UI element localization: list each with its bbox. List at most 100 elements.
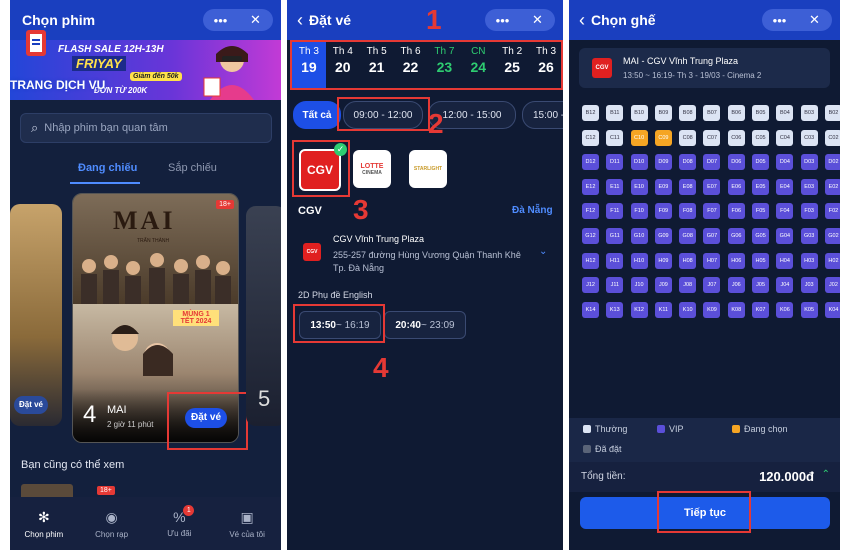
poster-left[interactable]: Đặt vé [10, 204, 62, 426]
date-item-weekend[interactable]: Th 7 23 [428, 41, 462, 89]
more-icon[interactable]: ••• [764, 13, 796, 28]
date-item[interactable]: Th 2 25 [495, 41, 529, 89]
seat-vip[interactable]: G10 [630, 227, 648, 244]
nav-choose-movie[interactable]: ✻ Chọn phim [14, 509, 74, 539]
seat-normal[interactable]: B12 [582, 105, 599, 121]
seat-vip[interactable]: J10 [630, 277, 648, 294]
seat-vip[interactable]: J04 [776, 277, 794, 294]
date-item[interactable]: Th 5 21 [360, 41, 394, 89]
seat-vip[interactable]: G11 [606, 227, 624, 244]
seat-vip[interactable]: H12 [582, 252, 599, 269]
nav-offers[interactable]: % Ưu đãi 1 [149, 505, 209, 538]
seat-vip[interactable]: D07 [703, 154, 721, 171]
filter-afternoon[interactable]: 15:00 - [522, 101, 563, 129]
seat-vip[interactable]: K08 [727, 301, 745, 318]
seat-vip[interactable]: D06 [727, 154, 745, 171]
seat-vip[interactable]: G02 [824, 227, 840, 244]
nav-my-tickets[interactable]: ▣ Vé của tôi [217, 509, 277, 539]
seat-vip[interactable]: K13 [606, 301, 624, 318]
seat-vip[interactable]: H03 [800, 252, 818, 269]
seat-normal[interactable]: B06 [727, 105, 745, 121]
seat-normal[interactable]: C12 [582, 129, 599, 146]
seat-normal[interactable]: C06 [727, 129, 745, 146]
seat-vip[interactable]: D09 [654, 154, 672, 171]
seat-vip[interactable]: J07 [703, 277, 721, 294]
more-icon[interactable]: ••• [205, 13, 237, 28]
seat-vip[interactable]: D12 [582, 154, 599, 171]
seat-normal[interactable]: B08 [679, 105, 697, 121]
cgv-logo[interactable]: CGV [299, 149, 341, 191]
seat-vip[interactable]: J09 [654, 277, 672, 294]
date-item-selected[interactable]: Th 3 19 [292, 41, 326, 89]
chevron-up-icon[interactable]: ⌃ [822, 469, 830, 480]
date-item[interactable]: Th 6 22 [394, 41, 428, 89]
seat-vip[interactable]: J12 [582, 277, 599, 294]
seat-vip[interactable]: E04 [776, 178, 794, 195]
city-selector[interactable]: Đà Nẵng [512, 205, 553, 216]
date-item[interactable]: Th 3 26 [529, 41, 563, 89]
seat-vip[interactable]: K11 [654, 301, 672, 318]
seat-normal[interactable]: B05 [752, 105, 770, 121]
starlight-logo[interactable]: STARLIGHT [409, 150, 447, 188]
seat-vip[interactable]: D10 [630, 154, 648, 171]
chevron-down-icon[interactable]: ⌄ [539, 246, 547, 257]
seat-vip[interactable]: H06 [727, 252, 745, 269]
seat-vip[interactable]: F02 [824, 203, 840, 220]
seat-vip[interactable]: E07 [703, 178, 721, 195]
seat-vip[interactable]: F05 [752, 203, 770, 220]
seat-vip[interactable]: F10 [630, 203, 648, 220]
seat-vip[interactable]: G12 [582, 227, 599, 244]
seat-vip[interactable]: E08 [679, 178, 697, 195]
close-icon[interactable]: ✕ [522, 12, 554, 28]
seat-vip[interactable]: D11 [606, 154, 624, 171]
seat-vip[interactable]: H11 [606, 252, 624, 269]
seat-vip[interactable]: D05 [752, 154, 770, 171]
seat-vip[interactable]: F04 [776, 203, 794, 220]
showtime-button[interactable]: 13:50 ~ 16:19 [299, 311, 381, 339]
showtime-button[interactable]: 20:40 ~ 23:09 [384, 311, 466, 339]
poster-right[interactable]: 5 [246, 206, 281, 426]
book-ticket-button[interactable]: Đặt vé [185, 408, 227, 428]
seat-vip[interactable]: G07 [703, 227, 721, 244]
filter-morning[interactable]: 09:00 - 12:00 [343, 101, 423, 129]
seat-vip[interactable]: H07 [703, 252, 721, 269]
seat-vip[interactable]: H04 [776, 252, 794, 269]
seat-vip[interactable]: F06 [727, 203, 745, 220]
seat-vip[interactable]: K12 [630, 301, 648, 318]
seat-vip[interactable]: J08 [679, 277, 697, 294]
seat-vip[interactable]: G03 [800, 227, 818, 244]
seat-vip[interactable]: K14 [582, 301, 599, 318]
date-item-weekend[interactable]: CN 24 [461, 41, 495, 89]
seat-vip[interactable]: K05 [800, 301, 818, 318]
filter-all[interactable]: Tất cả [293, 101, 341, 129]
seat-vip[interactable]: E03 [800, 178, 818, 195]
seat-normal[interactable]: B07 [703, 105, 721, 121]
seat-vip[interactable]: K04 [824, 301, 840, 318]
search-bar[interactable]: ⌕ Nhập phim bạn quan tâm [20, 113, 272, 143]
seat-vip[interactable]: F09 [654, 203, 672, 220]
left-book-button[interactable]: Đặt vé [14, 396, 48, 414]
seat-vip[interactable]: F03 [800, 203, 818, 220]
seat-selected[interactable]: C09 [654, 129, 672, 146]
continue-button[interactable]: Tiếp tục [580, 497, 830, 529]
seat-vip[interactable]: G09 [654, 227, 672, 244]
seat-vip[interactable]: H02 [824, 252, 840, 269]
seat-vip[interactable]: H09 [654, 252, 672, 269]
seat-normal[interactable]: B03 [800, 105, 818, 121]
seat-vip[interactable]: H08 [679, 252, 697, 269]
seat-vip[interactable]: G05 [752, 227, 770, 244]
seat-vip[interactable]: E11 [606, 178, 624, 195]
back-icon[interactable]: ‹ [297, 10, 303, 31]
seat-vip[interactable]: D08 [679, 154, 697, 171]
seat-normal[interactable]: B10 [630, 105, 648, 121]
back-icon[interactable]: ‹ [579, 10, 585, 31]
seat-vip[interactable]: D02 [824, 154, 840, 171]
seat-normal[interactable]: B02 [824, 105, 840, 121]
seat-vip[interactable]: K07 [752, 301, 770, 318]
seat-normal[interactable]: C02 [824, 129, 840, 146]
seat-vip[interactable]: J06 [727, 277, 745, 294]
seat-vip[interactable]: J11 [606, 277, 624, 294]
more-icon[interactable]: ••• [487, 13, 519, 28]
seat-vip[interactable]: G06 [727, 227, 745, 244]
seat-vip[interactable]: D04 [776, 154, 794, 171]
